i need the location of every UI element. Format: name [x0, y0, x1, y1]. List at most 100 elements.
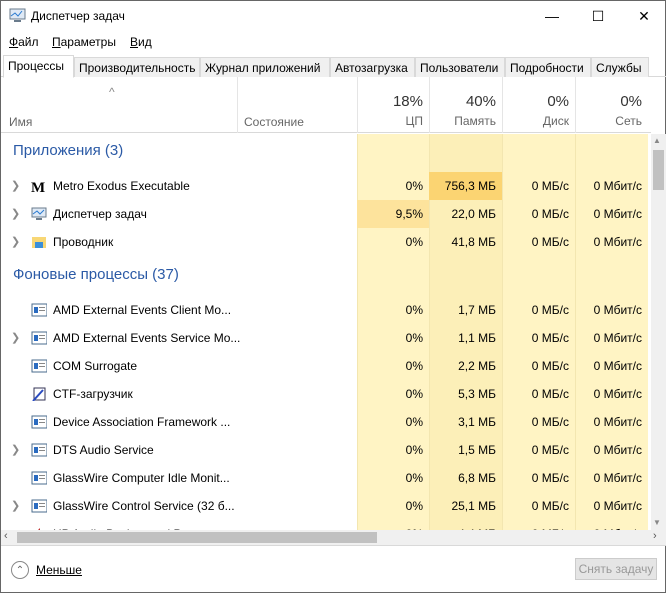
disk-value: 0 МБ/с — [531, 303, 569, 317]
tab-startup[interactable]: Автозагрузка — [330, 57, 415, 77]
scroll-down-icon[interactable]: ▼ — [653, 518, 661, 527]
net-value: 0 Мбит/с — [593, 443, 642, 457]
cpu-value: 0% — [405, 387, 423, 401]
tab-app-history[interactable]: Журнал приложений — [200, 57, 330, 77]
disk-total: 0% — [547, 93, 569, 110]
collapse-icon[interactable]: ⌃ — [11, 561, 29, 579]
section-header: Фоновые процессы (37) — [1, 258, 651, 294]
service-icon — [31, 359, 47, 373]
expand-chevron-icon[interactable]: ❯ — [11, 172, 20, 200]
menu-label: айл — [18, 35, 39, 49]
menu-file[interactable]: Файл — [9, 35, 39, 49]
cpu-total: 18% — [392, 93, 423, 110]
column-network[interactable]: 0% Сеть — [575, 77, 648, 133]
mem-value: 1,1 МБ — [458, 331, 496, 345]
menu-label: араметры — [60, 35, 116, 49]
column-status[interactable]: Состояние — [237, 77, 357, 133]
column-status-label: Состояние — [244, 115, 304, 129]
scroll-thumb[interactable] — [17, 532, 377, 543]
process-name: HP Audio Background P... — [53, 520, 190, 530]
column-memory[interactable]: 40% Память — [429, 77, 502, 133]
column-disk[interactable]: 0% Диск — [502, 77, 575, 133]
process-name: Диспетчер задач — [53, 207, 147, 221]
service-icon — [31, 415, 47, 429]
scroll-up-icon[interactable]: ▲ — [653, 136, 661, 145]
tab-bar: Процессы Производительность Журнал прило… — [1, 55, 666, 78]
cpu-value: 0% — [405, 359, 423, 373]
process-name: AMD External Events Service Mo... — [53, 331, 241, 345]
mem-value: 756,3 МБ — [429, 172, 502, 200]
disk-value: 0 МБ/с — [531, 387, 569, 401]
process-name: Проводник — [53, 235, 114, 249]
cpu-value: 0% — [405, 415, 423, 429]
scroll-thumb[interactable] — [653, 150, 664, 190]
disk-label: Диск — [542, 114, 569, 128]
scroll-left-icon[interactable]: ‹ — [4, 530, 8, 542]
sort-arrow-icon: ^ — [109, 85, 115, 99]
process-row[interactable]: GlassWire Computer Idle Monit... 0% 6,8 МБ… — [1, 464, 651, 492]
folder-icon — [32, 237, 46, 248]
metro-icon: M — [31, 180, 45, 193]
tab-services[interactable]: Службы — [591, 57, 649, 77]
menu-options[interactable]: Параметры — [52, 35, 116, 49]
process-row[interactable]: ❯ M Metro Exodus Executable 0% 756,3 МБ 0 МБ/… — [1, 172, 651, 200]
window-title: Диспетчер задач — [31, 9, 125, 23]
fewer-details-link[interactable]: Меньше — [36, 563, 82, 577]
mem-value: 41,8 МБ — [451, 235, 496, 249]
expand-chevron-icon[interactable]: ❯ — [11, 324, 20, 352]
column-header: ^ Имя Состояние 18% ЦП 40% Память 0% Диск 0… — [1, 77, 651, 133]
end-task-button[interactable]: Снять задачу — [575, 558, 657, 580]
scroll-right-icon[interactable]: › — [653, 530, 657, 542]
maximize-button[interactable]: ☐ — [575, 1, 621, 31]
vertical-scrollbar[interactable]: ▲ ▼ — [651, 134, 666, 530]
process-row[interactable]: ❯ GlassWire Control Service (32 б... 0% 25,… — [1, 492, 651, 520]
tab-details[interactable]: Подробности — [505, 57, 591, 77]
net-value: 0 Мбит/с — [593, 471, 642, 485]
service-icon — [31, 499, 47, 513]
menu-hotkey: П — [52, 35, 61, 49]
memory-label: Память — [454, 114, 496, 128]
column-name[interactable]: ^ Имя — [1, 77, 237, 133]
section-header: Приложения (3) — [1, 134, 651, 170]
expand-chevron-icon[interactable]: ❯ — [11, 492, 20, 520]
mem-value: 2,2 МБ — [458, 359, 496, 373]
process-name: GlassWire Computer Idle Monit... — [53, 471, 230, 485]
tab-performance[interactable]: Производительность — [74, 57, 200, 77]
process-row[interactable]: Device Association Framework ... 0% 3,1 МБ… — [1, 408, 651, 436]
mem-value: 1,7 МБ — [458, 303, 496, 317]
process-row[interactable]: ❯ AMD External Events Service Mo... 0% 1,1 … — [1, 324, 651, 352]
tab-users[interactable]: Пользователи — [415, 57, 505, 77]
process-row[interactable]: ❯ Диспетчер задач 9,5% 22,0 МБ 0 МБ/с 0 Мбит/… — [1, 200, 651, 228]
process-row[interactable]: AMD External Events Client Mo... 0% 1,7 МБ… — [1, 296, 651, 324]
task-manager-icon — [9, 8, 26, 22]
expand-chevron-icon[interactable]: ❯ — [11, 436, 20, 464]
menu-hotkey: В — [130, 35, 139, 49]
mem-value: 1,5 МБ — [458, 443, 496, 457]
disk-value: 0 МБ/с — [531, 443, 569, 457]
process-row[interactable]: ❯ DTS Audio Service 0% 1,5 МБ 0 МБ/с 0 Мбит/с — [1, 436, 651, 464]
horizontal-scrollbar[interactable]: ‹ › — [1, 530, 666, 545]
minimize-button[interactable]: — — [529, 1, 575, 31]
process-row[interactable]: CTF-загрузчик 0% 5,3 МБ 0 МБ/с 0 Мбит/с — [1, 380, 651, 408]
net-value: 0 Мбит/с — [593, 387, 642, 401]
expand-chevron-icon[interactable]: ❯ — [11, 228, 20, 256]
process-row[interactable]: COM Surrogate 0% 2,2 МБ 0 МБ/с 0 Мбит/с — [1, 352, 651, 380]
cpu-value: 9,5% — [357, 200, 429, 228]
mem-value: 6,8 МБ — [458, 471, 496, 485]
close-button[interactable]: ✕ — [621, 1, 666, 31]
cpu-value: 0% — [405, 471, 423, 485]
mem-value: 25,1 МБ — [451, 499, 496, 513]
process-row[interactable]: HP Audio Background P... 0%4,4 МБ0 МБ/с0 … — [1, 520, 651, 530]
service-icon — [31, 331, 47, 345]
column-cpu[interactable]: 18% ЦП — [357, 77, 429, 133]
task-manager-icon — [31, 207, 47, 220]
net-value: 0 Мбит/с — [593, 331, 642, 345]
process-row[interactable]: ❯ Проводник 0% 41,8 МБ 0 МБ/с 0 Мбит/с — [1, 228, 651, 256]
tab-processes[interactable]: Процессы — [3, 55, 74, 78]
cpu-value: 0% — [405, 443, 423, 457]
expand-chevron-icon[interactable]: ❯ — [11, 200, 20, 228]
process-name: COM Surrogate — [53, 359, 138, 373]
mem-value: 4,4 МБ — [429, 520, 502, 530]
cpu-value: 0% — [405, 303, 423, 317]
menu-view[interactable]: Вид — [130, 35, 152, 49]
